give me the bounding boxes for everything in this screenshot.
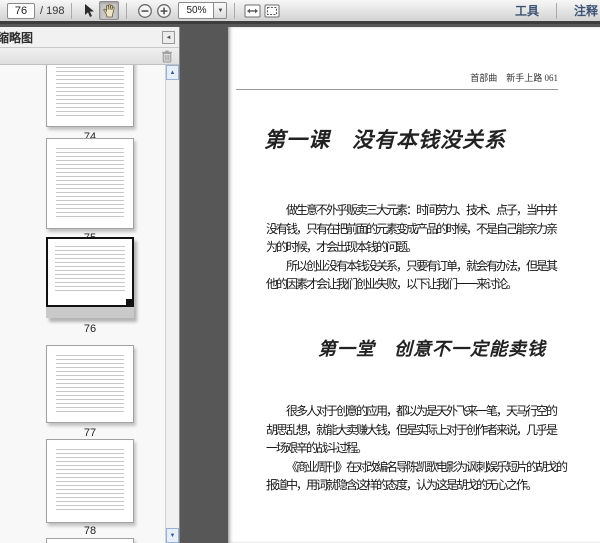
- thumbnail-page-78[interactable]: [46, 439, 134, 523]
- thumbnails-toolbar: [0, 48, 179, 65]
- body-line: 很多人对于创意的应用，都以为是天外飞来一笔，天马行空的: [286, 404, 558, 418]
- thumbnail-list: 74 75 76 77 78: [0, 65, 165, 543]
- zoom-out-button[interactable]: [137, 3, 153, 19]
- zoom-level-value[interactable]: 50%: [178, 2, 215, 19]
- thumbnail-preview: [56, 355, 124, 413]
- select-tool-button[interactable]: [79, 1, 99, 20]
- thumbnail-page-74[interactable]: [46, 65, 134, 127]
- thumbnail-page-76-selected[interactable]: [46, 237, 134, 318]
- body-line: 一场艰辛的战斗过程。: [266, 441, 368, 456]
- fit-width-icon: [244, 4, 261, 18]
- running-header: 首部曲 新手上路 061: [470, 73, 558, 83]
- thumbnails-scrollbar[interactable]: ▲ ▼: [165, 65, 179, 543]
- thumbnails-panel-title: 缩略图: [0, 30, 34, 45]
- thumbnail-preview: [56, 65, 124, 117]
- book-page-76: 首部曲 新手上路 061 第一课 没有本钱没关系 做生意不外乎贩卖三大元素：时间…: [228, 27, 600, 543]
- section-title: 第一堂 创意不一定能卖钱: [318, 339, 546, 360]
- body-line: 胡思乱想，就能大卖赚大钱，但是实际上对于创作者来说，几乎是: [266, 422, 558, 437]
- fit-width-button[interactable]: [242, 1, 262, 20]
- body-line: 他的因素才会让我们创业失败，以下让我们一一来讨论。: [266, 277, 518, 292]
- thumbnail-preview: [56, 148, 124, 219]
- document-pane[interactable]: 首部曲 新手上路 061 第一课 没有本钱没关系 做生意不外乎贩卖三大元素：时间…: [181, 27, 600, 543]
- toolbar-separator: [555, 2, 557, 19]
- collapse-panel-button[interactable]: ◄: [162, 31, 175, 44]
- page-count-label: / 198: [40, 4, 65, 17]
- page-number-input[interactable]: 76: [7, 2, 35, 19]
- thumbnail-label: 77: [83, 427, 97, 439]
- fit-page-icon: [264, 4, 280, 18]
- thumbnail-label: 78: [83, 525, 97, 537]
- body-line: 没有钱，只有在把前面的元素变成产品的时候，不是自己能亲力亲: [266, 221, 558, 236]
- thumbnail-page-77[interactable]: [46, 345, 134, 423]
- thumbnails-sidebar: 缩略图 ◄ 74 75: [0, 27, 180, 543]
- scroll-up-button[interactable]: ▲: [166, 65, 179, 80]
- lesson-title: 第一课 没有本钱没关系: [264, 127, 506, 152]
- fit-page-button[interactable]: [262, 1, 282, 20]
- body-line: 《商业周刊》在对改编名导陈凯歌电影为讽刺娱乐短片的胡戈的: [286, 459, 568, 474]
- select-cursor-icon: [83, 3, 95, 18]
- body-line: 做生意不外乎贩卖三大元素：时间劳力、技术、点子，当中并: [286, 203, 558, 217]
- scroll-down-button[interactable]: ▼: [166, 528, 179, 543]
- body-text-block-1: 做生意不外乎贩卖三大元素：时间劳力、技术、点子，当中并 没有钱，只有在把前面的元…: [266, 201, 576, 294]
- thumbnail-page-75[interactable]: [46, 138, 134, 229]
- view-resize-handle[interactable]: [126, 299, 133, 306]
- thumbnails-panel-header: 缩略图 ◄: [0, 27, 179, 48]
- pdf-reader-window: 76 / 198 50% ▼ 工具 注释 缩略图 ◄ 74 76 77 78 ▲…: [0, 0, 600, 543]
- zoom-dropdown-button[interactable]: ▼: [214, 2, 228, 19]
- toolbar-separator: [71, 2, 73, 19]
- body-line: 所以创业没有本钱没关系，只要有订单，就会有办法，但是其: [286, 258, 558, 273]
- thumbnail-label: 76: [83, 323, 97, 335]
- delete-pages-icon[interactable]: [161, 50, 173, 63]
- tools-panel-button[interactable]: 工具: [505, 2, 549, 19]
- zoom-in-button[interactable]: [156, 3, 172, 19]
- body-text-block-2: 很多人对于创意的应用，都以为是天外飞来一笔，天马行空的 胡思乱想，就能大卖赚大钱…: [266, 402, 576, 495]
- comments-panel-button[interactable]: 注释: [564, 2, 600, 19]
- current-view-indicator[interactable]: [46, 237, 134, 307]
- toolbar-separator: [234, 2, 236, 19]
- hand-icon: [103, 3, 116, 18]
- toolbar-separator: [126, 2, 128, 19]
- header-rule: [236, 89, 558, 90]
- body-line: 报道中，用词就隐含这样的态度，认为这是胡戈的无心之作。: [266, 478, 538, 493]
- thumbnail-preview: [56, 449, 124, 513]
- main-toolbar: 76 / 198 50% ▼ 工具 注释: [0, 0, 600, 24]
- thumbnail-hidden-area: [46, 307, 134, 318]
- hand-tool-button[interactable]: [99, 1, 120, 20]
- body-line: 为的时候，才会出现本钱的问题。: [266, 240, 418, 255]
- thumbnail-page-79[interactable]: [46, 538, 134, 543]
